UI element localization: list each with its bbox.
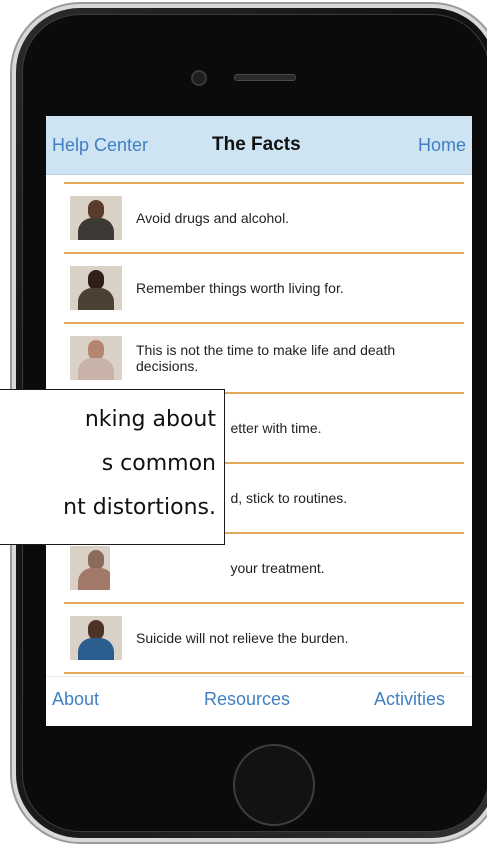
callout-text: nking about s common nt distortions. xyxy=(63,407,216,520)
list-item-text: d, stick to routines. xyxy=(230,490,348,506)
speaker-grill xyxy=(234,74,296,81)
list-item-text: This is not the time to make life and de… xyxy=(136,342,396,374)
callout-box: nking about s common nt distortions. xyxy=(0,389,225,545)
person-head xyxy=(88,620,104,640)
avatar xyxy=(70,336,122,380)
camera-icon xyxy=(191,70,207,86)
person-head xyxy=(88,270,104,290)
tab-bar: About Resources Activities xyxy=(46,676,472,726)
tab-resources[interactable]: Resources xyxy=(204,689,290,710)
list-item-text: Suicide will not relieve the burden. xyxy=(136,630,349,646)
avatar xyxy=(70,616,122,660)
home-button[interactable] xyxy=(233,744,315,826)
page-title: The Facts xyxy=(212,134,301,155)
list-item-text: your treatment. xyxy=(230,560,325,576)
avatar xyxy=(70,266,122,310)
stage: Help Center The Facts Home Avoid drugs a… xyxy=(0,0,487,850)
nav-bar: Help Center The Facts Home xyxy=(46,116,472,175)
list-item[interactable]: Suicide will not relieve the burden. xyxy=(64,604,464,674)
person-body xyxy=(78,568,111,590)
tab-activities[interactable]: Activities xyxy=(374,689,445,710)
person-head xyxy=(88,550,104,570)
tab-about[interactable]: About xyxy=(52,689,99,710)
person-body xyxy=(78,358,114,380)
avatar xyxy=(70,196,122,240)
list-item[interactable]: This is not the time to make life and de… xyxy=(64,324,464,394)
list-item-text: Avoid drugs and alcohol. xyxy=(136,210,290,226)
help-center-button[interactable]: Help Center xyxy=(52,135,148,156)
home-nav-button[interactable]: Home xyxy=(418,135,466,156)
list-item-text: etter with time. xyxy=(230,420,322,436)
person-head xyxy=(88,200,104,220)
avatar xyxy=(70,546,111,590)
person-body xyxy=(78,638,114,660)
list-item-text: Remember things worth living for. xyxy=(136,280,344,296)
person-head xyxy=(88,340,104,360)
person-body xyxy=(78,218,114,240)
list-item[interactable]: Avoid drugs and alcohol. xyxy=(64,182,464,254)
list-item[interactable]: Remember things worth living for. xyxy=(64,254,464,324)
person-body xyxy=(78,288,114,310)
